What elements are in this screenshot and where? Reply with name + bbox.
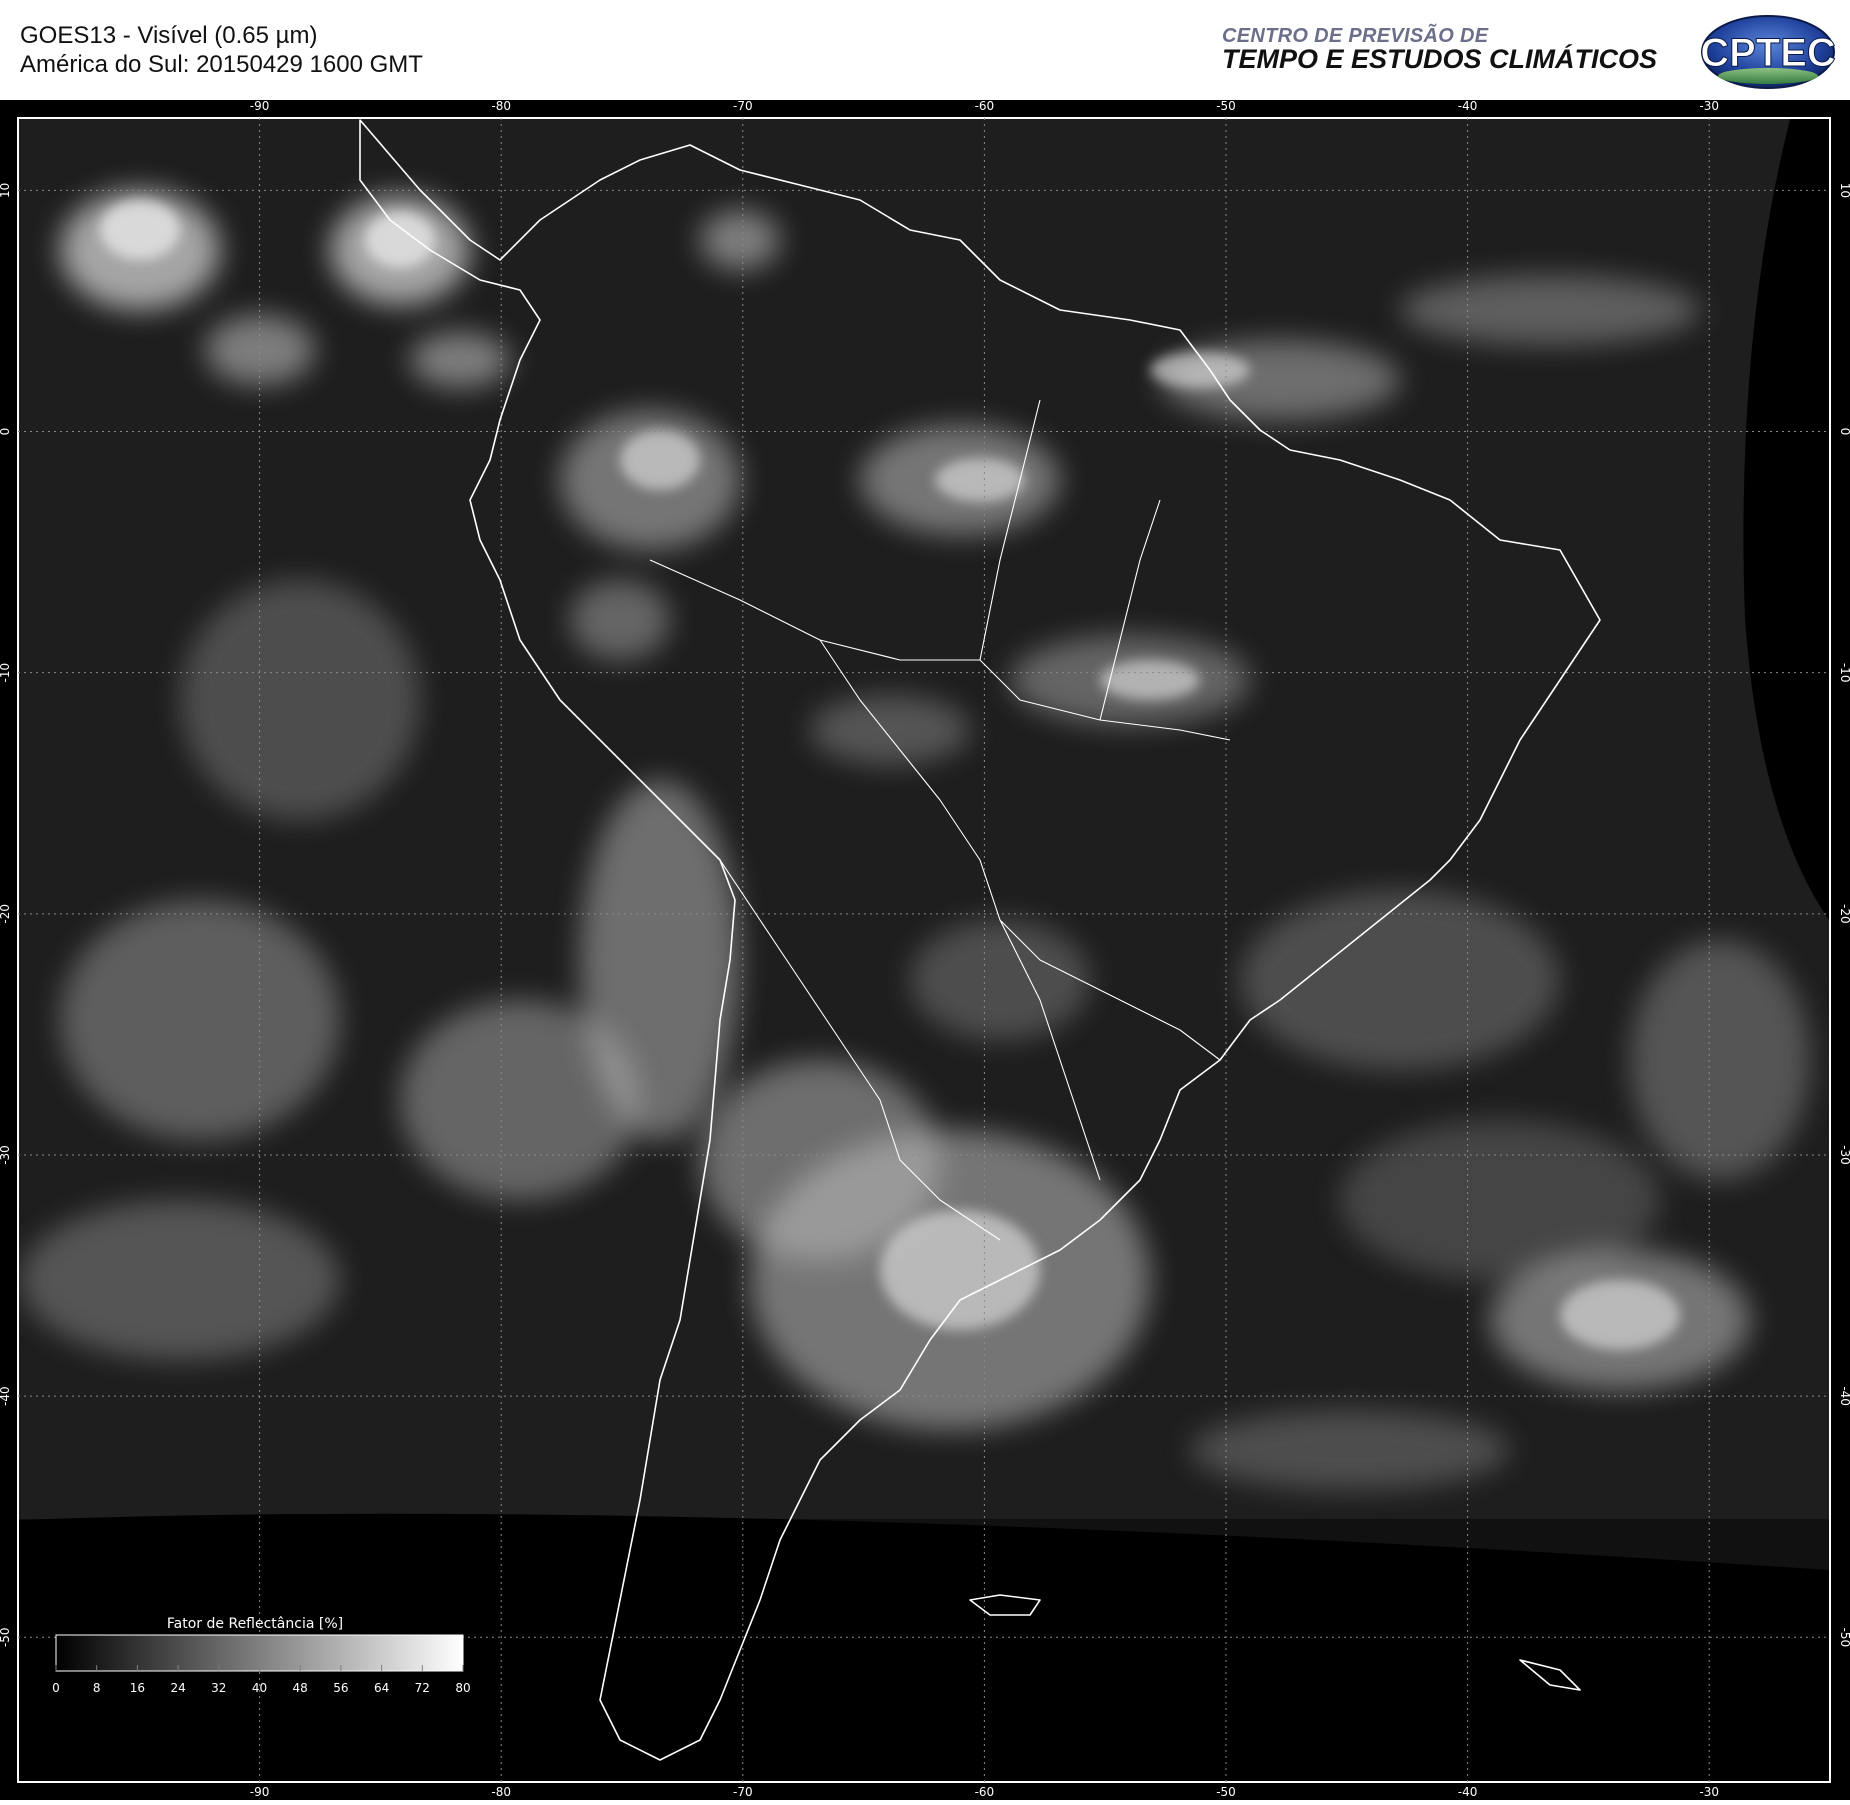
lon-label-top: -90 — [250, 100, 270, 113]
lon-label-bottom: -40 — [1458, 1785, 1478, 1799]
satellite-map: -90 -90 -80 -80 -70 -70 -60 -60 -50 -50 -40 -40 -30 -… — [0, 99, 1850, 1799]
colorbar-tick-label: 0 — [52, 1681, 60, 1695]
lat-label-left: -10 — [0, 663, 12, 683]
lat-label-left: -50 — [0, 1627, 12, 1647]
lon-label-top: -60 — [975, 100, 995, 113]
lat-label-right: -30 — [1838, 1145, 1850, 1165]
lat-label-left: -30 — [0, 1145, 12, 1165]
org-name-line2: TEMPO E ESTUDOS CLIMÁTICOS — [1222, 44, 1658, 74]
lat-label-left: 0 — [0, 428, 12, 436]
colorbar-tick-label: 80 — [455, 1681, 470, 1695]
product-title: GOES13 - Visível (0.65 µm) — [20, 22, 318, 49]
lat-label-right: -10 — [1838, 663, 1850, 683]
region-datetime: América do Sul: 20150429 1600 GMT — [20, 51, 423, 78]
lon-label-bottom: -30 — [1699, 1785, 1719, 1799]
colorbar-tick-label: 56 — [333, 1681, 348, 1695]
lon-label-top: -50 — [1216, 100, 1236, 113]
header: GOES13 - Visível (0.65 µm) América do Su… — [0, 0, 1850, 100]
lat-label-right: 10 — [1838, 183, 1850, 198]
colorbar-tick-label: 8 — [93, 1681, 101, 1695]
lat-label-right: -50 — [1838, 1627, 1850, 1647]
lon-label-top: -70 — [733, 100, 753, 113]
map-frame: -90 -90 -80 -80 -70 -70 -60 -60 -50 -50 -40 -40 -30 -… — [0, 99, 1850, 1800]
lat-label-left: -40 — [0, 1386, 12, 1406]
lat-label-right: -20 — [1838, 904, 1850, 924]
lat-label-right: -40 — [1838, 1386, 1850, 1406]
colorbar-tick-label: 24 — [170, 1681, 185, 1695]
lon-label-bottom: -90 — [250, 1785, 270, 1799]
lon-label-bottom: -60 — [975, 1785, 995, 1799]
logo-text: CPTEC — [1700, 31, 1836, 75]
lon-label-top: -30 — [1699, 100, 1719, 113]
lon-label-top: -80 — [491, 100, 511, 113]
colorbar-tick-label: 72 — [415, 1681, 430, 1695]
cptec-logo: CPTEC — [1700, 15, 1836, 89]
colorbar-tick-label: 48 — [293, 1681, 308, 1695]
colorbar-tick-label: 40 — [252, 1681, 267, 1695]
lat-label-right: 0 — [1838, 428, 1850, 436]
lat-label-left: 10 — [0, 183, 12, 198]
colorbar-title: Fator de Reflectância [%] — [167, 1616, 343, 1632]
lon-label-bottom: -80 — [491, 1785, 511, 1799]
lon-label-top: -40 — [1458, 100, 1478, 113]
lat-label-left: -20 — [0, 904, 12, 924]
lon-label-bottom: -70 — [733, 1785, 753, 1799]
colorbar-tick-label: 16 — [130, 1681, 145, 1695]
colorbar-tick-label: 64 — [374, 1681, 389, 1695]
lon-label-bottom: -50 — [1216, 1785, 1236, 1799]
colorbar-tick-label: 32 — [211, 1681, 226, 1695]
